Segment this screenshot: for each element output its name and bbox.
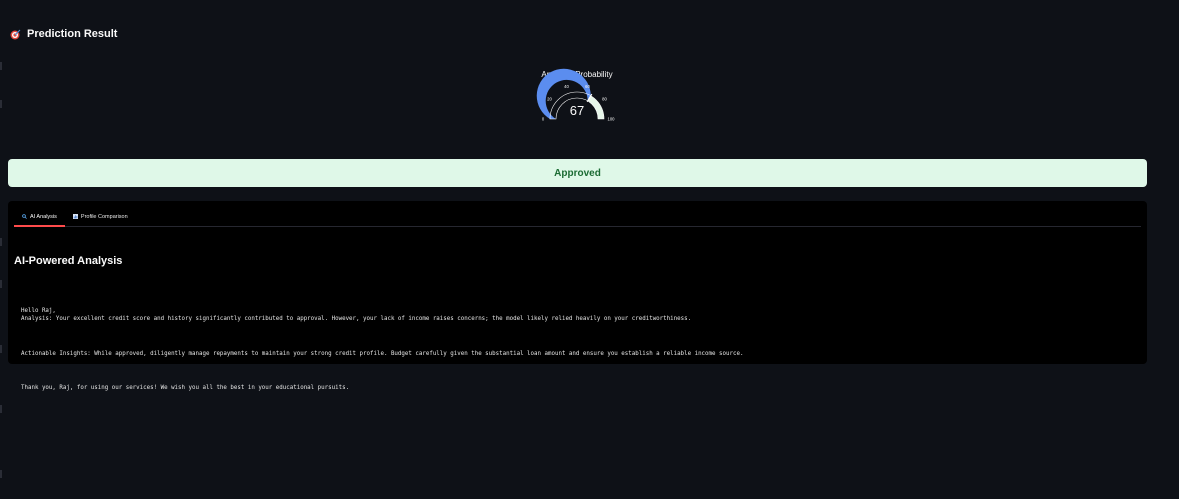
sidebar-edge-marker xyxy=(0,345,2,353)
sidebar-edge-marker xyxy=(0,470,2,478)
gauge-value-label: 67 xyxy=(570,103,584,118)
analysis-text: Hello Raj, Analysis: Your excellent credi… xyxy=(21,289,1139,419)
tab-label: Profile Comparison xyxy=(80,213,128,220)
bar-chart-icon xyxy=(72,214,78,219)
gauge-tick-label: 100 xyxy=(608,117,616,122)
gauge-tick-label: 0 xyxy=(542,117,545,122)
sidebar-edge-marker xyxy=(0,280,2,288)
analysis-line: Analysis: Your excellent credit score an… xyxy=(21,316,692,323)
gauge-chart: 0 20 40 60 80 100 67 xyxy=(536,68,616,122)
analysis-panel: AI Analysis Profile Comparison AI-Powere… xyxy=(8,201,1147,391)
closing-line: Thank you, Raj, for using our services! … xyxy=(21,385,350,392)
tab-ai-analysis[interactable]: AI Analysis xyxy=(14,207,65,227)
approval-status-banner: Approved xyxy=(8,159,1147,187)
sidebar-edge-marker xyxy=(0,405,2,413)
approval-gauge: Approval Probability 02040608010067 xyxy=(530,66,630,128)
section-title: Prediction Result xyxy=(27,28,118,40)
gauge-tick-label: 80 xyxy=(602,97,607,102)
approval-status-label: Approved xyxy=(554,167,601,179)
insights-line: Actionable Insights: While approved, dil… xyxy=(21,350,744,357)
target-icon xyxy=(10,29,21,40)
tab-profile-comparison[interactable]: Profile Comparison xyxy=(65,207,136,226)
greeting-line: Hello Raj, xyxy=(21,307,56,314)
magnifier-icon xyxy=(22,214,27,219)
sidebar-edge-marker xyxy=(0,62,2,70)
sidebar-edge-marker xyxy=(0,100,2,108)
tab-bar: AI Analysis Profile Comparison xyxy=(14,207,1141,227)
gauge-tick-label: 60 xyxy=(585,84,590,89)
analysis-heading: AI-Powered Analysis xyxy=(14,255,123,267)
gauge-tick-label: 40 xyxy=(564,84,569,89)
sidebar-edge-marker xyxy=(0,238,2,246)
prediction-page: Prediction Result Approval Probability 0… xyxy=(0,0,1179,499)
analysis-paragraph: Hello Raj, Analysis: Your excellent credi… xyxy=(21,307,1139,325)
gauge-tick-label: 20 xyxy=(547,97,552,102)
tab-label: AI Analysis xyxy=(30,213,57,220)
section-header: Prediction Result xyxy=(10,26,117,42)
